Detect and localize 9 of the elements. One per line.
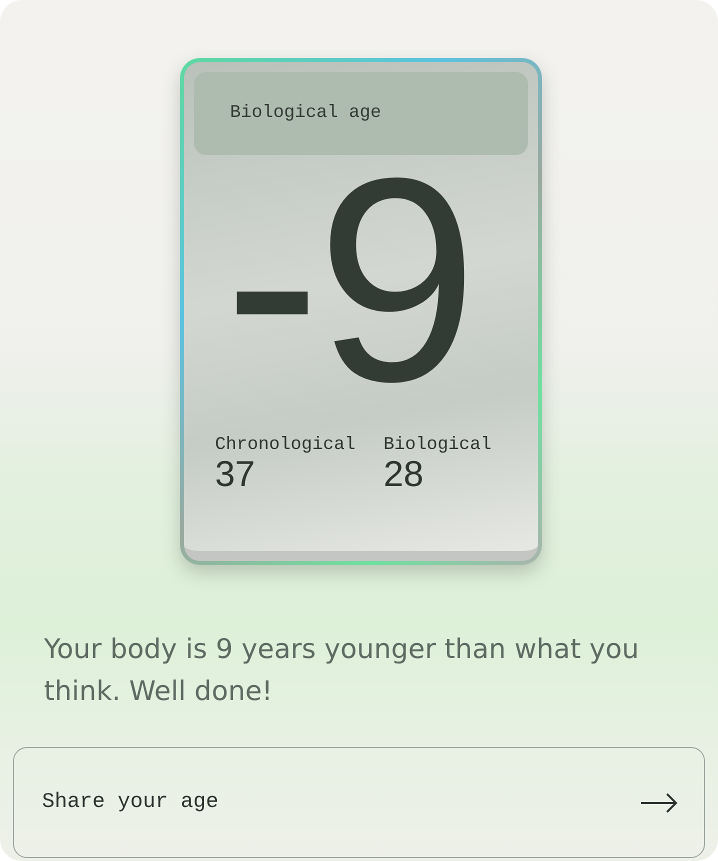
share-button[interactable]: Share your age [13, 747, 705, 858]
stat-value: 37 [215, 455, 256, 493]
stat-label: Biological [383, 435, 492, 455]
stat-label: Chronological [215, 435, 356, 455]
age-difference: -9 [224, 155, 474, 435]
result-message: Your body is 9 years younger than what you think. Well done! [44, 633, 640, 709]
stat-value: 28 [383, 455, 424, 493]
card-title: Biological age [194, 72, 528, 155]
arrow-right-icon [640, 792, 678, 812]
